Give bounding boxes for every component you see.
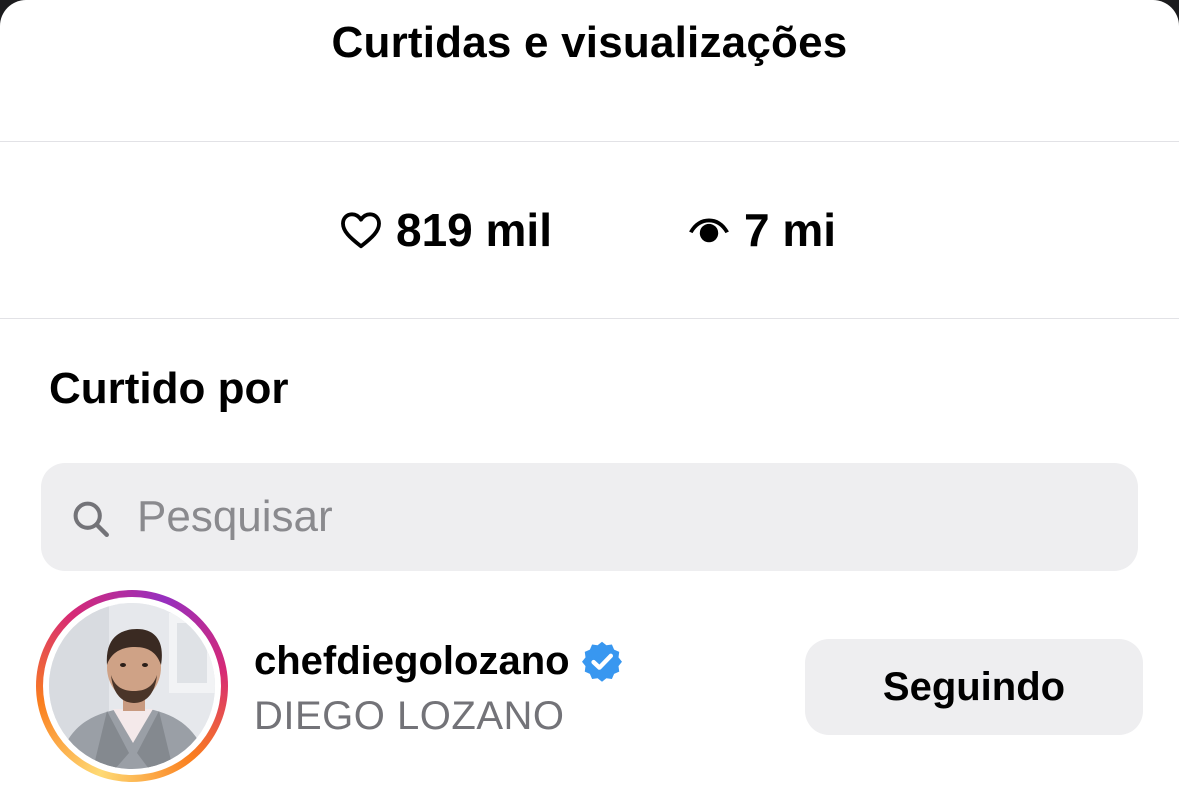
story-ring[interactable]	[36, 590, 228, 782]
search-bar[interactable]	[41, 463, 1138, 571]
sheet-title: Curtidas e visualizações	[331, 18, 848, 67]
eye-icon	[689, 218, 729, 243]
sheet-header: Curtidas e visualizações	[0, 0, 1179, 141]
liked-by-heading: Curtido por	[49, 364, 289, 413]
stats-row: 819 mil 7 mi	[0, 142, 1179, 318]
likes-count: 819 mil	[396, 204, 552, 256]
stats-divider	[0, 318, 1179, 319]
avatar-photo	[49, 603, 215, 769]
search-icon	[73, 501, 109, 537]
search-input[interactable]	[137, 483, 1097, 551]
views-stat[interactable]: 7 mi	[686, 202, 836, 258]
likes-views-sheet: Curtidas e visualizações 819 mil 7 mi Cu…	[0, 0, 1179, 804]
avatar	[49, 603, 215, 769]
views-count: 7 mi	[744, 204, 837, 256]
following-button[interactable]: Seguindo	[805, 639, 1143, 735]
username-line: chefdiegolozano	[254, 636, 624, 686]
verified-badge-icon	[581, 641, 622, 682]
full-name: DIEGO LOZANO	[254, 694, 565, 738]
username[interactable]: chefdiegolozano	[254, 639, 570, 684]
heart-icon	[341, 212, 381, 249]
likes-stat[interactable]: 819 mil	[338, 202, 552, 258]
